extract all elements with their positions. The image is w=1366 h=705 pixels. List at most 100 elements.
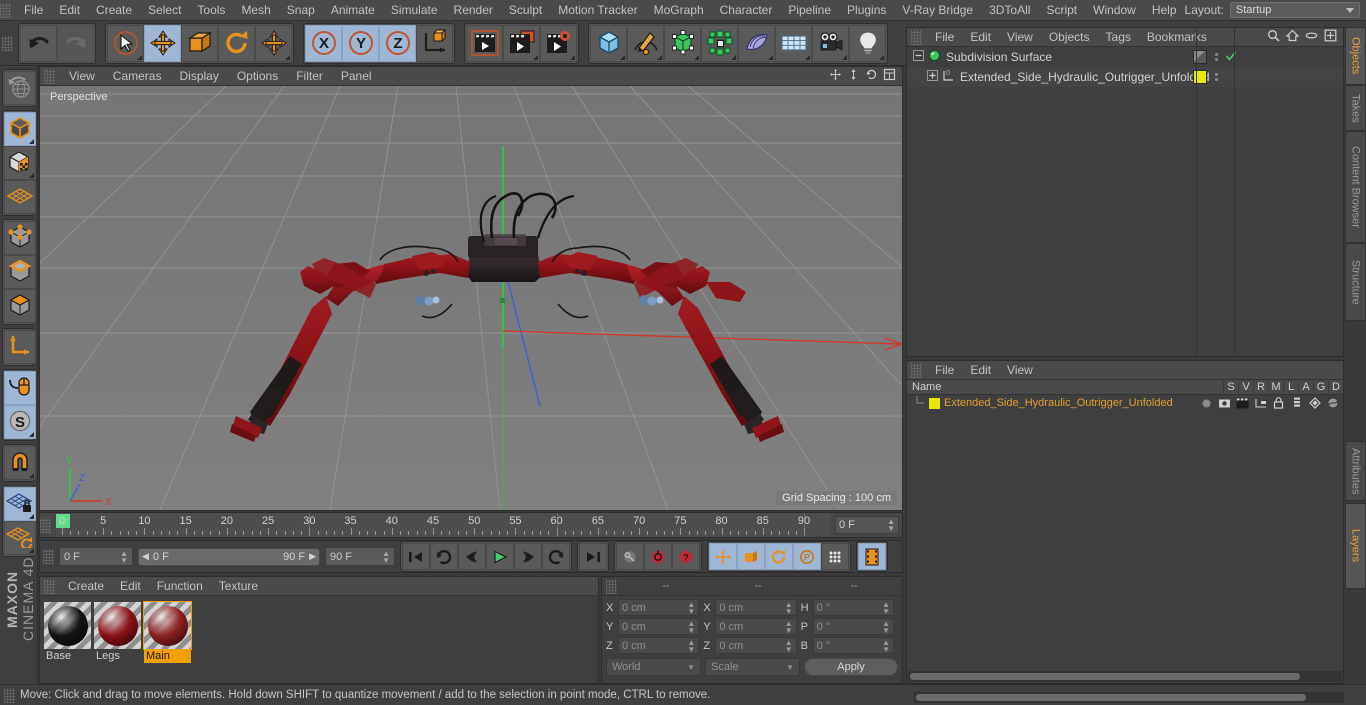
timeline-grip[interactable] xyxy=(40,518,51,533)
menu-character[interactable]: Character xyxy=(712,0,781,21)
visibility-dots[interactable] xyxy=(1212,53,1220,61)
animation-mode-button[interactable] xyxy=(858,543,886,570)
layer-deformer-icon[interactable] xyxy=(1325,397,1340,409)
layer-render-icon[interactable] xyxy=(1235,398,1250,409)
coordinate-input-position[interactable]: 0 cm▲▼ xyxy=(618,618,699,635)
add-deformer-button[interactable] xyxy=(738,25,775,62)
layer-visible-icon[interactable] xyxy=(1217,398,1232,409)
pan-icon[interactable] xyxy=(829,68,842,84)
lock-y-axis[interactable]: Y xyxy=(342,25,379,62)
viewport-menu-display[interactable]: Display xyxy=(170,67,227,86)
viewport-menu-options[interactable]: Options xyxy=(228,67,287,86)
polygon-object-icon[interactable]: 0 xyxy=(942,69,955,85)
layer-horizontal-scrollbar[interactable] xyxy=(908,671,1342,682)
layout-dropdown[interactable]: Startup xyxy=(1230,2,1360,18)
material-menu-create[interactable]: Create xyxy=(60,577,112,596)
layer-color-swatch[interactable] xyxy=(929,398,940,409)
rotate-key-button[interactable] xyxy=(765,543,793,570)
layer-generator-icon[interactable] xyxy=(1307,397,1322,409)
stepper-icon[interactable]: ▲▼ xyxy=(120,550,128,564)
layer-solo-icon[interactable] xyxy=(1199,398,1214,409)
position-key-button[interactable] xyxy=(709,543,737,570)
point-level-animation-button[interactable] xyxy=(821,543,849,570)
more-options-corner[interactable] xyxy=(620,55,625,60)
right-tab-content-browser[interactable]: Content Browser xyxy=(1345,131,1366,243)
stepper-icon[interactable]: ▲▼ xyxy=(687,639,695,653)
menu-mograph[interactable]: MoGraph xyxy=(646,0,712,21)
expand-toggle-icon[interactable] xyxy=(913,50,924,64)
add-mograph-button[interactable] xyxy=(701,25,738,62)
material-menu-function[interactable]: Function xyxy=(149,577,211,596)
object-name[interactable]: Extended_Side_Hydraulic_Outrigger_Unfold… xyxy=(960,70,1210,84)
expand-toggle-icon[interactable] xyxy=(927,70,938,84)
layer-column-g[interactable]: G xyxy=(1313,381,1328,393)
layer-menu-file[interactable]: File xyxy=(927,361,962,380)
record-active-objects-button[interactable] xyxy=(616,543,644,570)
preview-range-slider[interactable]: ◀ 0 F 90 F ▶ xyxy=(138,548,320,566)
layer-table-rows[interactable]: Extended_Side_Hydraulic_Outrigger_Unfold… xyxy=(907,395,1343,411)
status-bar-grip[interactable] xyxy=(4,688,15,703)
step-back-button[interactable] xyxy=(458,543,486,570)
points-mode-button[interactable] xyxy=(4,221,36,255)
layer-row-name-cell[interactable]: Extended_Side_Hydraulic_Outrigger_Unfold… xyxy=(907,396,1199,411)
more-options-corner[interactable] xyxy=(694,55,699,60)
texture-mode-button[interactable] xyxy=(4,146,36,180)
lock-x-axis[interactable]: X xyxy=(305,25,342,62)
render-settings-button[interactable] xyxy=(540,25,577,62)
layer-column-a[interactable]: A xyxy=(1298,381,1313,393)
object-menu-edit[interactable]: Edit xyxy=(962,28,999,47)
more-options-corner[interactable] xyxy=(731,55,736,60)
viewport-menu-grip[interactable] xyxy=(44,69,55,84)
scale-tool[interactable] xyxy=(181,25,218,62)
layer-manager-grip[interactable] xyxy=(911,363,922,378)
coordinate-input-rotation[interactable]: 0 °▲▼ xyxy=(813,618,894,635)
ellipse-icon[interactable] xyxy=(1305,29,1318,45)
right-tab-attributes[interactable]: Attributes xyxy=(1345,441,1366,501)
menu-edit[interactable]: Edit xyxy=(51,0,88,21)
preview-range-right-arrow[interactable]: ▶ xyxy=(309,551,316,562)
menu-window[interactable]: Window xyxy=(1085,0,1144,21)
stepper-icon[interactable]: ▲▼ xyxy=(785,639,793,653)
layer-menu-view[interactable]: View xyxy=(999,361,1041,380)
layer-lock-icon[interactable] xyxy=(1271,397,1286,409)
select-tool[interactable] xyxy=(107,25,144,62)
apply-button[interactable]: Apply xyxy=(804,658,898,676)
viewport-panel[interactable]: ViewCamerasDisplayOptionsFilterPanel xyxy=(39,66,903,511)
layer-column-s[interactable]: S xyxy=(1223,381,1238,393)
menu-snap[interactable]: Snap xyxy=(279,0,323,21)
menu-sculpt[interactable]: Sculpt xyxy=(501,0,550,21)
more-options-corner[interactable] xyxy=(842,55,847,60)
magnet-button[interactable] xyxy=(4,446,36,480)
more-options-corner[interactable] xyxy=(570,55,575,60)
layer-row[interactable]: Extended_Side_Hydraulic_Outrigger_Unfold… xyxy=(907,395,1343,411)
stepper-icon[interactable]: ▲▼ xyxy=(382,550,390,564)
toolbar-grip[interactable] xyxy=(2,36,13,51)
add-layer-icon[interactable] xyxy=(1324,29,1337,45)
scrollbar-thumb[interactable] xyxy=(916,694,1306,701)
right-tab-structure[interactable]: Structure xyxy=(1345,243,1366,321)
layer-menu-edit[interactable]: Edit xyxy=(962,361,999,380)
more-options-corner[interactable] xyxy=(29,173,34,178)
coordinate-input-rotation[interactable]: 0 °▲▼ xyxy=(813,637,894,654)
undo-view-button[interactable] xyxy=(4,71,36,105)
coordinate-input-position[interactable]: 0 cm▲▼ xyxy=(618,637,699,654)
transport-grip[interactable] xyxy=(43,549,54,564)
coordinate-system-dropdown[interactable]: World ▼ xyxy=(606,658,701,676)
more-options-corner[interactable] xyxy=(285,55,290,60)
object-tree[interactable]: Subdivision Surface0Extended_Side_Hydrau… xyxy=(907,47,1343,87)
coordinates-grip[interactable] xyxy=(606,579,617,594)
viewport-3d-scene[interactable]: Y X Z xyxy=(40,86,902,510)
current-frame-field[interactable]: 0 F ▲▼ xyxy=(59,547,133,566)
edges-mode-button[interactable] xyxy=(4,255,36,289)
material-preview[interactable] xyxy=(144,602,191,649)
menu-select[interactable]: Select xyxy=(140,0,189,21)
coordinate-mode-dropdown[interactable]: Scale ▼ xyxy=(705,658,800,676)
menu-plugins[interactable]: Plugins xyxy=(839,0,894,21)
viewport-menu-view[interactable]: View xyxy=(60,67,104,86)
check-icon[interactable] xyxy=(1225,50,1237,65)
polygons-mode-button[interactable] xyxy=(4,289,36,323)
menu-tools[interactable]: Tools xyxy=(189,0,233,21)
redo-button[interactable] xyxy=(57,25,94,62)
stepper-icon[interactable]: ▲▼ xyxy=(687,601,695,615)
undo-button[interactable] xyxy=(20,25,57,62)
